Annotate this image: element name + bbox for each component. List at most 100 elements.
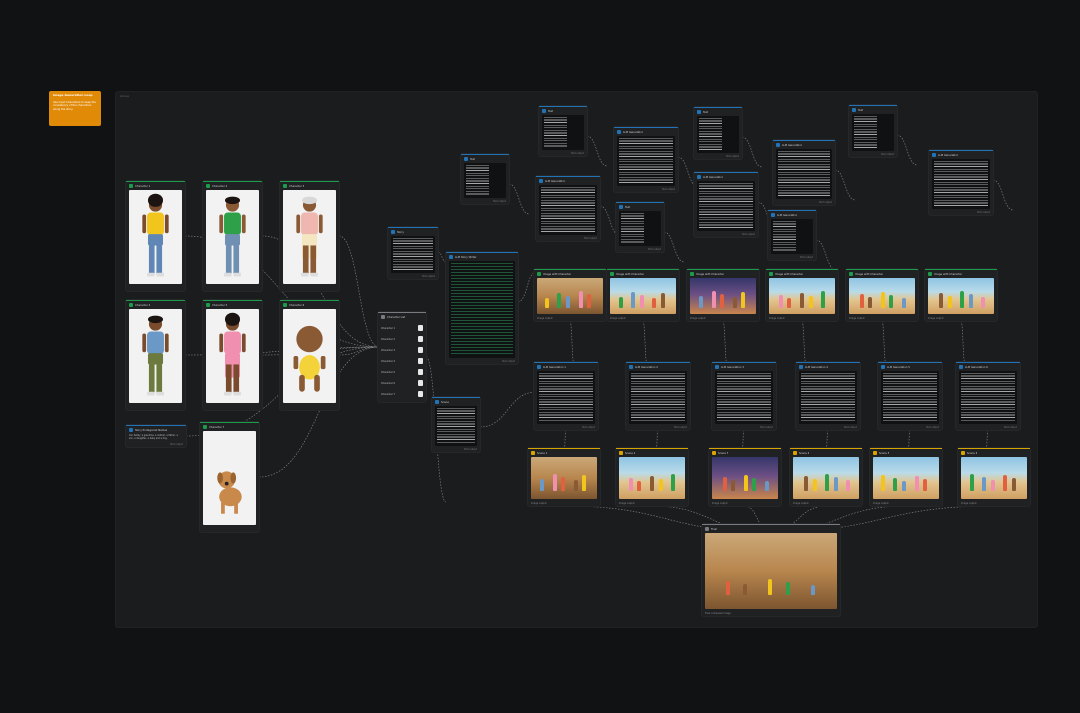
node-header[interactable]: LLM Generation 4 <box>796 362 860 371</box>
node-header[interactable]: Image with Character <box>687 269 759 278</box>
top-text-node-3[interactable]: Text Text output <box>694 107 742 159</box>
node-header[interactable]: Character 1 <box>126 181 185 190</box>
list-item[interactable]: Character 2 <box>381 335 423 343</box>
node-header[interactable]: Text <box>616 202 664 211</box>
story-protagonist-node[interactable]: Story Protagonist Names Our family: a gra… <box>126 425 186 447</box>
node-header[interactable]: Story Protagonist Names <box>126 425 186 434</box>
top-text-node-2[interactable]: LLM Generation Text output <box>614 127 678 192</box>
image-with-character-node-4[interactable]: Image with Character Image output <box>766 269 838 321</box>
node-header[interactable]: Scene 2 <box>616 448 688 457</box>
node-header[interactable]: LLM Generation <box>929 150 993 159</box>
node-header[interactable]: Scene <box>432 397 480 406</box>
scene-prompt-node[interactable]: Scene Text output <box>432 397 480 452</box>
node-header[interactable]: LLM Generation <box>694 172 758 181</box>
node-header[interactable]: Scene 4 <box>790 448 862 457</box>
llm-generation-node-1[interactable]: LLM Generation 1 Text output <box>534 362 598 430</box>
node-header[interactable]: Scene 1 <box>528 448 600 457</box>
sticky-note[interactable]: Image Generation Loop Use input Characte… <box>49 91 101 126</box>
scene-generation-node-5[interactable]: Scene 5 Image output <box>870 448 942 506</box>
image-with-character-node-3[interactable]: Image with Character Image output <box>687 269 759 321</box>
image-with-character-node-6[interactable]: Image with Character Image output <box>925 269 997 321</box>
node-header[interactable]: LLM Generation 3 <box>712 362 776 371</box>
top-text-node-7[interactable]: Text Text output <box>461 154 509 204</box>
node-header[interactable]: LLM Generation <box>536 176 600 185</box>
node-header[interactable]: Image with Character <box>534 269 606 278</box>
list-item[interactable]: Character 7 <box>381 390 423 398</box>
llm-story-node[interactable]: LLM Story Writer Text output <box>446 252 518 364</box>
node-header[interactable]: Scene 3 <box>709 448 781 457</box>
list-item[interactable]: Character 4 <box>381 357 423 365</box>
character-node-5[interactable]: Character 5 <box>203 300 262 410</box>
character-node-1[interactable]: Character 1 <box>126 181 185 291</box>
node-header[interactable]: Final <box>702 524 840 533</box>
scene-generation-node-2[interactable]: Scene 2 Image output <box>616 448 688 506</box>
llm-generation-node-5[interactable]: LLM Generation 5 Text output <box>878 362 942 430</box>
list-item[interactable]: Character 1 <box>381 324 423 332</box>
node-header[interactable]: Character 3 <box>280 181 339 190</box>
character-list-node[interactable]: Character List Character 1 Character 2 Char… <box>378 312 426 402</box>
node-header[interactable]: Image with Character <box>925 269 997 278</box>
node-header[interactable]: LLM Generation 5 <box>878 362 942 371</box>
connection-wire <box>437 251 447 263</box>
list-item[interactable]: Character 5 <box>381 368 423 376</box>
node-header[interactable]: Image with Character <box>766 269 838 278</box>
top-text-node-10[interactable]: LLM Generation Text output <box>694 172 758 237</box>
scene-generation-node-3[interactable]: Scene 3 Image output <box>709 448 781 506</box>
workflow-canvas[interactable]: Group Character 1 Character 2 Character … <box>115 91 1038 628</box>
llm-generation-node-4[interactable]: LLM Generation 4 Text output <box>796 362 860 430</box>
llm-generation-node-3[interactable]: LLM Generation 3 Text output <box>712 362 776 430</box>
image-with-character-node-5[interactable]: Image with Character Image output <box>846 269 918 321</box>
node-header[interactable]: LLM Generation <box>768 210 816 219</box>
top-text-node-8[interactable]: LLM Generation Text output <box>536 176 600 241</box>
character-node-2[interactable]: Character 2 <box>203 181 262 291</box>
list-item[interactable]: Character 6 <box>381 379 423 387</box>
top-text-node-6[interactable]: LLM Generation Text output <box>929 150 993 215</box>
llm-generation-node-2[interactable]: LLM Generation 2 Text output <box>626 362 690 430</box>
node-header[interactable]: LLM Generation <box>614 127 678 136</box>
node-header[interactable]: Image with Character <box>846 269 918 278</box>
list-item-thumb-icon <box>418 336 423 342</box>
top-text-node-11[interactable]: LLM Generation Text output <box>768 210 816 260</box>
node-header[interactable]: Scene 5 <box>870 448 942 457</box>
node-header[interactable]: Story <box>388 227 438 236</box>
list-item[interactable]: Character 3 <box>381 346 423 354</box>
final-output-node[interactable]: Final Final composed image <box>702 524 840 616</box>
scene-generation-node-6[interactable]: Scene 6 Image output <box>958 448 1030 506</box>
character-node-7[interactable]: Character 7 <box>200 422 259 532</box>
top-text-node-1[interactable]: Text Text output <box>539 106 587 156</box>
top-text-node-5[interactable]: Text Text output <box>849 105 897 157</box>
node-header[interactable]: LLM Generation 1 <box>534 362 598 371</box>
node-header[interactable]: Character 2 <box>203 181 262 190</box>
story-prompt-node[interactable]: Story Text output <box>388 227 438 279</box>
node-header[interactable]: Character List <box>378 312 426 321</box>
node-header[interactable]: Text <box>461 154 509 163</box>
scene-generation-node-1[interactable]: Scene 1 Image output <box>528 448 600 506</box>
node-header[interactable]: LLM Generation <box>773 140 835 149</box>
image-with-character-node-1[interactable]: Image with Character Image output <box>534 269 606 321</box>
character-node-3[interactable]: Character 3 <box>280 181 339 291</box>
node-header[interactable]: Image with Character <box>607 269 679 278</box>
node-title: LLM Generation <box>777 213 798 217</box>
node-header[interactable]: Character 7 <box>200 422 259 431</box>
node-footer: Text output <box>926 426 939 429</box>
node-header[interactable]: Text <box>849 105 897 114</box>
node-footer: Text output <box>571 152 584 155</box>
node-header[interactable]: Scene 6 <box>958 448 1030 457</box>
node-header[interactable]: Text <box>694 107 742 116</box>
list-item-thumb-icon <box>418 369 423 375</box>
llm-generation-node-6[interactable]: LLM Generation 6 Text output <box>956 362 1020 430</box>
text-content <box>959 371 1017 424</box>
node-header[interactable]: Text <box>539 106 587 115</box>
image-with-character-node-2[interactable]: Image with Character Image output <box>607 269 679 321</box>
character-node-4[interactable]: Character 4 <box>126 300 185 410</box>
node-header[interactable]: Character 6 <box>280 300 339 309</box>
node-header[interactable]: Character 5 <box>203 300 262 309</box>
node-header[interactable]: Character 4 <box>126 300 185 309</box>
character-node-6[interactable]: Character 6 <box>280 300 339 410</box>
scene-generation-node-4[interactable]: Scene 4 Image output <box>790 448 862 506</box>
node-header[interactable]: LLM Generation 6 <box>956 362 1020 371</box>
top-text-node-4[interactable]: LLM Generation Text output <box>773 140 835 205</box>
top-text-node-9[interactable]: Text Text output <box>616 202 664 252</box>
node-header[interactable]: LLM Story Writer <box>446 252 518 261</box>
node-header[interactable]: LLM Generation 2 <box>626 362 690 371</box>
